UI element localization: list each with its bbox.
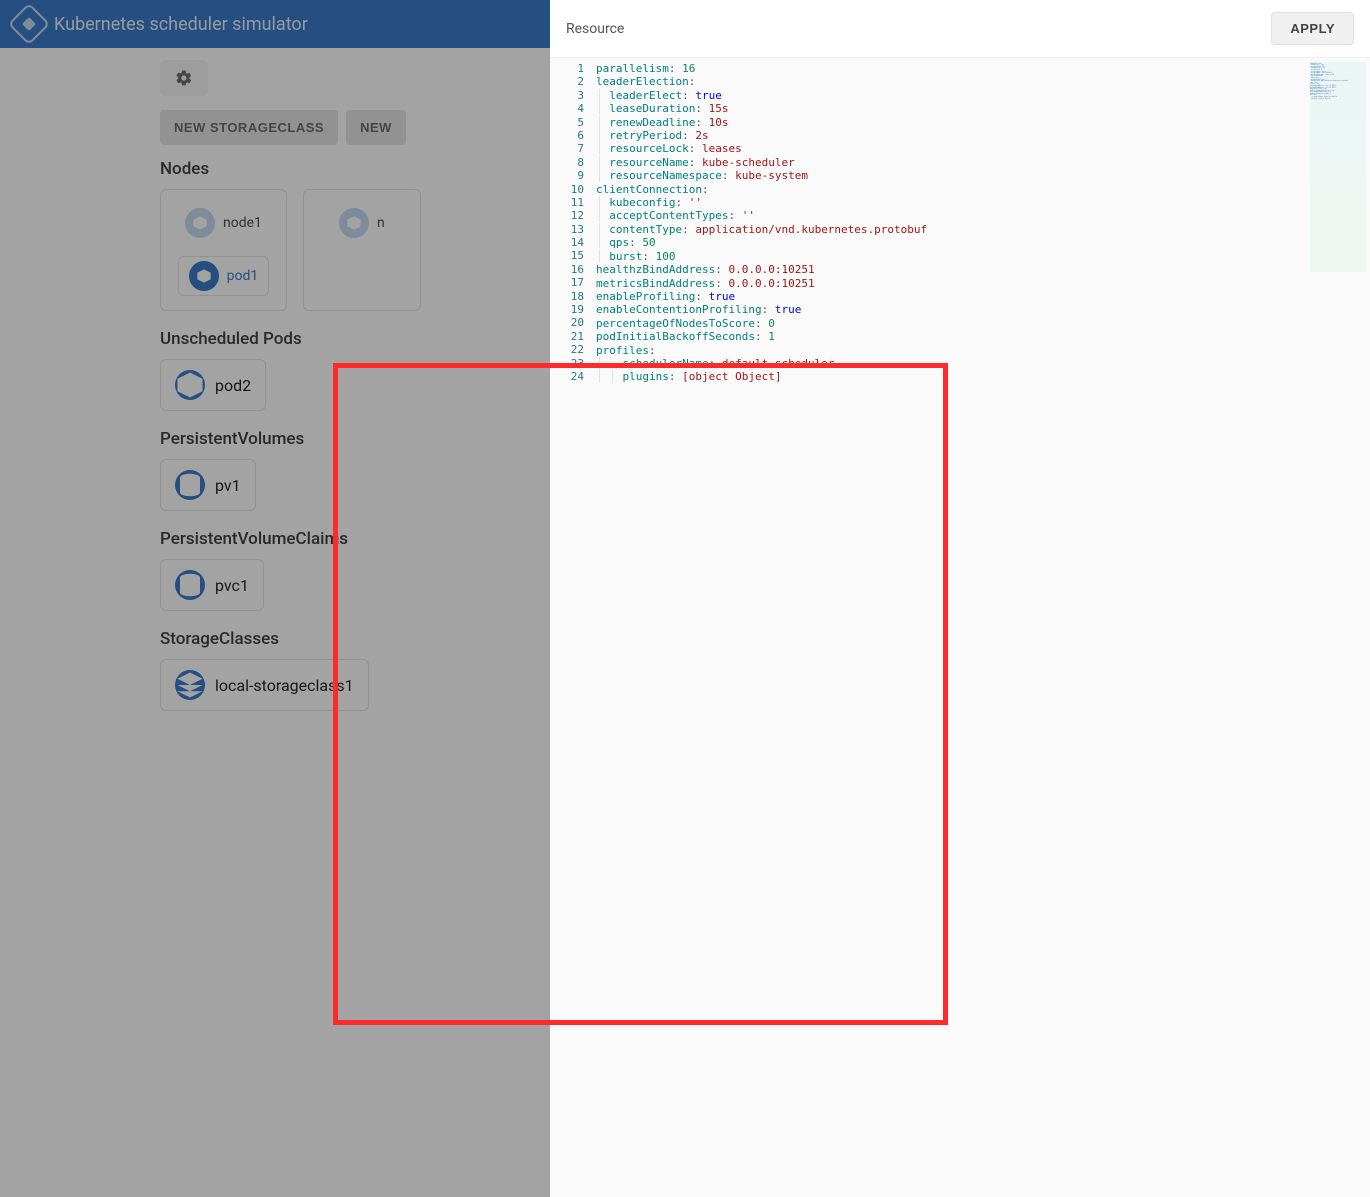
- dialog-header: Resource APPLY: [550, 0, 1370, 58]
- editor-gutter: 123456789101112131415161718192021222324: [550, 58, 590, 1197]
- resource-dialog: Resource APPLY 1234567891011121314151617…: [550, 0, 1370, 1197]
- editor-content[interactable]: parallelism: 16 leaderElection: │ leader…: [590, 58, 1370, 1197]
- apply-button[interactable]: APPLY: [1271, 12, 1354, 45]
- dialog-title: Resource: [566, 21, 624, 37]
- editor-minimap[interactable]: parallelism: 16leaderElection: leaderEle…: [1310, 62, 1366, 272]
- yaml-editor[interactable]: 123456789101112131415161718192021222324 …: [550, 58, 1370, 1197]
